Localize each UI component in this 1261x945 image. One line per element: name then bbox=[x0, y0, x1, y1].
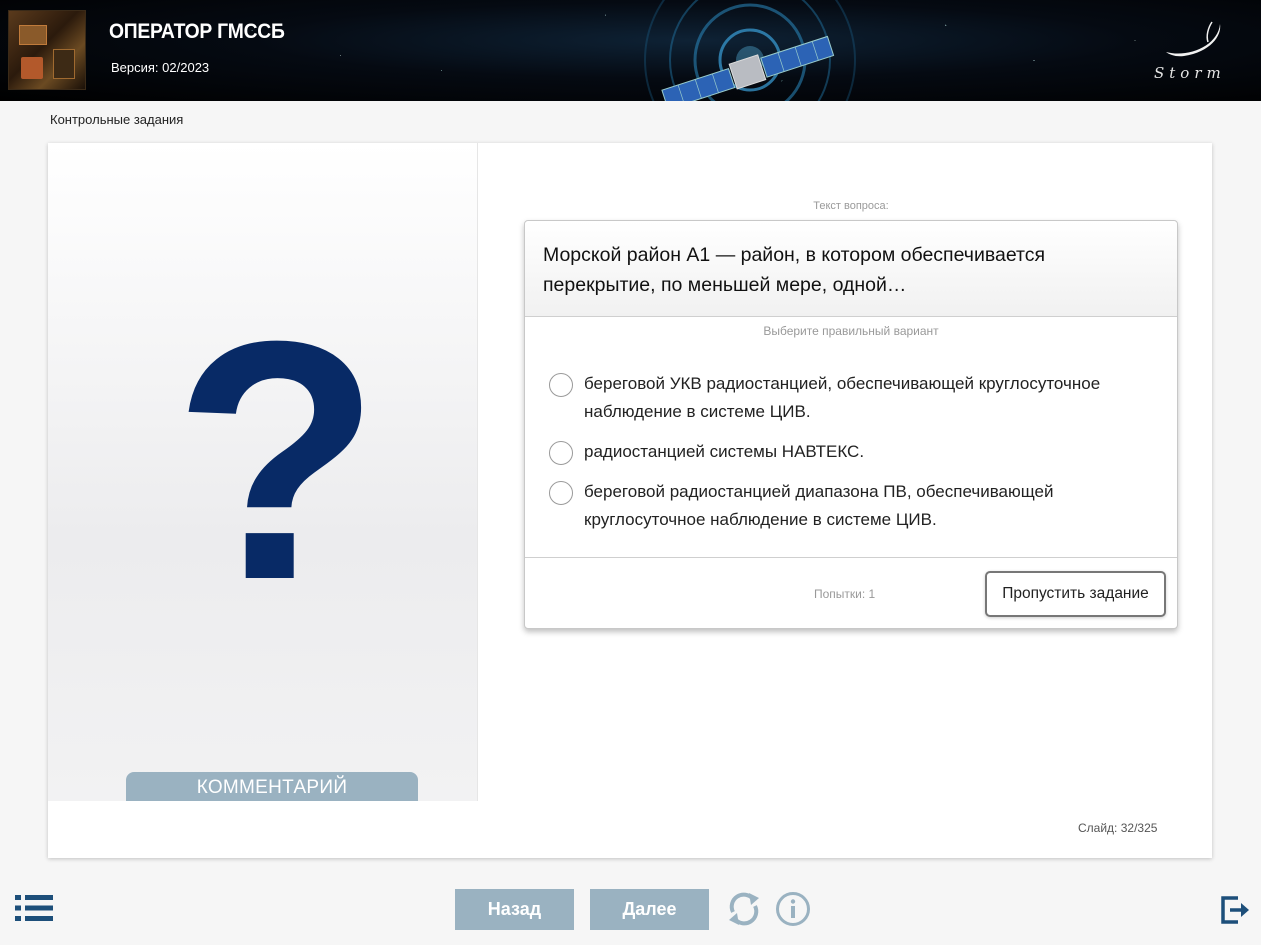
exit-icon[interactable] bbox=[1220, 895, 1250, 925]
app-version: Версия: 02/2023 bbox=[111, 60, 210, 75]
question-caption: Текст вопроса: bbox=[813, 200, 889, 212]
next-button[interactable]: Далее bbox=[590, 889, 709, 930]
skip-task-button[interactable]: Пропустить задание bbox=[985, 571, 1166, 617]
illustration-panel: ? КОММЕНТАРИЙ bbox=[48, 143, 478, 801]
question-box: Морской район А1 — район, в котором обес… bbox=[524, 220, 1178, 629]
course-thumbnail bbox=[8, 10, 86, 90]
storm-swoosh-icon bbox=[1166, 21, 1221, 57]
answer-option-label: береговой радиостанцией диапазона ПВ, об… bbox=[584, 482, 1054, 529]
logo-text: Storm bbox=[1154, 64, 1226, 82]
back-button[interactable]: Назад bbox=[455, 889, 574, 930]
task-card: ? КОММЕНТАРИЙ Текст вопроса: Морской рай… bbox=[48, 143, 1212, 858]
radio-button[interactable] bbox=[549, 441, 573, 465]
app-title: ОПЕРАТОР ГМССБ bbox=[109, 20, 285, 43]
answer-hint: Выберите правильный вариант bbox=[763, 324, 939, 338]
question-text: Морской район А1 — район, в котором обес… bbox=[543, 244, 1046, 296]
slide-counter: Слайд: 32/325 bbox=[1078, 821, 1158, 835]
attempts-counter: Попытки: 1 bbox=[814, 587, 876, 601]
storm-logo: Storm bbox=[1148, 18, 1238, 88]
question-mark-icon: ? bbox=[173, 271, 381, 651]
footer-divider bbox=[525, 557, 1177, 558]
comment-tab[interactable]: КОММЕНТАРИЙ bbox=[126, 772, 418, 801]
breadcrumb: Контрольные задания bbox=[50, 112, 184, 127]
list-menu-icon[interactable] bbox=[15, 895, 53, 921]
radio-button[interactable] bbox=[549, 373, 573, 397]
question-header: Морской район А1 — район, в котором обес… bbox=[525, 221, 1177, 317]
satellite-illustration bbox=[644, 0, 856, 101]
radio-button[interactable] bbox=[549, 481, 573, 505]
answer-option-label: радиостанцией системы НАВТЕКС. bbox=[584, 442, 865, 461]
app-header: ОПЕРАТОР ГМССБ Версия: 02/2023 Storm bbox=[0, 0, 1261, 101]
answer-option-label: береговой УКВ радиостанцией, обеспечиваю… bbox=[584, 374, 1101, 421]
info-icon[interactable] bbox=[775, 891, 811, 927]
reload-icon[interactable] bbox=[725, 890, 763, 928]
